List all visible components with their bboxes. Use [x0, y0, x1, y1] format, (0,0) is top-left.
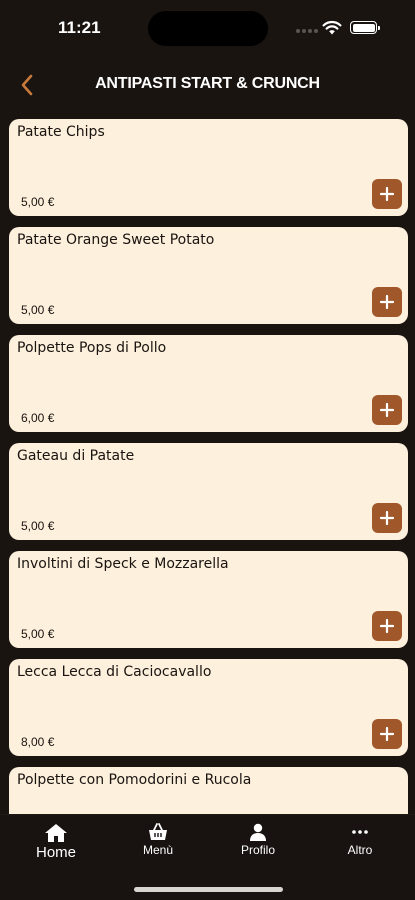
add-to-cart-button[interactable] [372, 719, 402, 749]
product-price: 5,00 € [21, 195, 55, 209]
add-to-cart-button[interactable] [372, 503, 402, 533]
user-icon [250, 823, 266, 841]
signal-icon [296, 29, 318, 33]
home-indicator [134, 887, 283, 892]
product-card[interactable]: Patate Orange Sweet Potato 5,00 € [9, 227, 408, 324]
wifi-icon [322, 20, 342, 35]
tab-more[interactable]: Altro [320, 823, 400, 857]
add-to-cart-button[interactable] [372, 179, 402, 209]
product-price: 5,00 € [21, 627, 55, 641]
product-name: Polpette con Pomodorini e Rucola [17, 772, 252, 788]
status-bar: 11:21 [0, 0, 415, 56]
product-card[interactable]: Polpette con Pomodorini e Rucola [9, 767, 408, 814]
home-icon [45, 824, 67, 842]
more-dots-icon [352, 830, 368, 834]
product-card[interactable]: Lecca Lecca di Caciocavallo 8,00 € [9, 659, 408, 756]
product-name: Involtini di Speck e Mozzarella [17, 556, 229, 572]
product-price: 6,00 € [21, 411, 55, 425]
plus-icon [380, 511, 394, 525]
product-price: 8,00 € [21, 735, 55, 749]
product-price: 5,00 € [21, 303, 55, 317]
add-to-cart-button[interactable] [372, 287, 402, 317]
tab-profile[interactable]: Profilo [218, 823, 298, 857]
product-name: Patate Orange Sweet Potato [17, 232, 215, 248]
plus-icon [380, 619, 394, 633]
product-card[interactable]: Involtini di Speck e Mozzarella 5,00 € [9, 551, 408, 648]
product-name: Polpette Pops di Pollo [17, 340, 167, 356]
add-to-cart-button[interactable] [372, 611, 402, 641]
tab-home-label: Home [35, 844, 76, 861]
battery-icon [350, 21, 380, 34]
tab-home[interactable]: Home [16, 823, 96, 861]
tab-menu[interactable]: Menù [118, 823, 198, 857]
product-price: 5,00 € [21, 519, 55, 533]
page-title: ANTIPASTI START & CRUNCH [95, 75, 320, 92]
product-name: Gateau di Patate [17, 448, 135, 464]
product-card[interactable]: Polpette Pops di Pollo 6,00 € [9, 335, 408, 432]
dynamic-island [148, 11, 268, 46]
plus-icon [380, 403, 394, 417]
plus-icon [380, 295, 394, 309]
tab-profile-label: Profilo [240, 843, 275, 857]
status-time: 11:21 [58, 18, 101, 37]
product-name: Patate Chips [17, 124, 105, 140]
product-card[interactable]: Gateau di Patate 5,00 € [9, 443, 408, 540]
tab-more-label: Altro [347, 843, 373, 857]
plus-icon [380, 727, 394, 741]
add-to-cart-button[interactable] [372, 395, 402, 425]
tab-menu-label: Menù [142, 843, 174, 857]
product-name: Lecca Lecca di Caciocavallo [17, 664, 212, 680]
product-card[interactable]: Patate Chips 5,00 € [9, 119, 408, 216]
nav-bar: ANTIPASTI START & CRUNCH [0, 60, 415, 110]
product-list[interactable]: Patate Chips 5,00 € Patate Orange Sweet … [0, 119, 415, 814]
plus-icon [380, 187, 394, 201]
basket-icon [149, 823, 167, 840]
